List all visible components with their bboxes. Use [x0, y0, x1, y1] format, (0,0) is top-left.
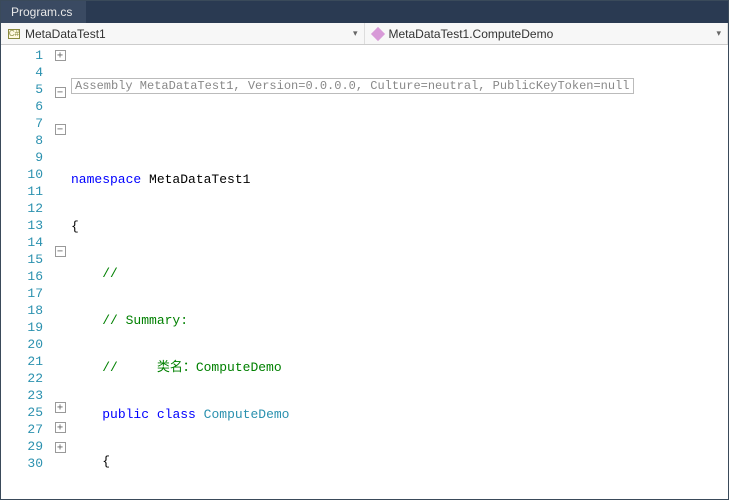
method-icon: [371, 27, 385, 41]
line-number: 11: [1, 183, 43, 200]
line-number: 23: [1, 387, 43, 404]
chevron-down-icon: ▾: [716, 28, 721, 39]
line-number: 14: [1, 234, 43, 251]
chevron-down-icon: ▾: [353, 28, 358, 39]
line-number: 12: [1, 200, 43, 217]
line-number: 4: [1, 64, 43, 81]
fold-toggle[interactable]: −: [55, 87, 66, 98]
fold-toggle[interactable]: −: [55, 246, 66, 257]
file-tab-program[interactable]: Program.cs: [1, 1, 86, 23]
line-number: 18: [1, 302, 43, 319]
line-number: 25: [1, 404, 43, 421]
nav-member-dropdown[interactable]: MetaDataTest1.ComputeDemo ▾: [365, 23, 729, 44]
line-number: 7: [1, 115, 43, 132]
code-line: // 类名：ComputeDemo: [71, 359, 728, 376]
fold-toggle[interactable]: +: [55, 50, 66, 61]
line-number: 29: [1, 438, 43, 455]
code-line: public class ComputeDemo: [71, 406, 728, 423]
class-icon: C#: [7, 27, 21, 41]
line-number: 20: [1, 336, 43, 353]
line-number: 5: [1, 81, 43, 98]
line-number: 16: [1, 268, 43, 285]
collapsed-region[interactable]: Assembly MetaDataTest1, Version=0.0.0.0,…: [71, 78, 634, 94]
nav-scope-dropdown[interactable]: C# MetaDataTest1 ▾: [1, 23, 365, 44]
nav-member-text: MetaDataTest1.ComputeDemo: [389, 27, 554, 41]
code-area[interactable]: Assembly MetaDataTest1, Version=0.0.0.0,…: [69, 45, 728, 499]
line-number: 13: [1, 217, 43, 234]
line-number: 27: [1, 421, 43, 438]
fold-toggle[interactable]: −: [55, 124, 66, 135]
code-line: Assembly MetaDataTest1, Version=0.0.0.0,…: [71, 77, 728, 94]
code-line: //: [71, 265, 728, 282]
line-number: 6: [1, 98, 43, 115]
tab-title: Program.cs: [11, 5, 72, 19]
line-number: 15: [1, 251, 43, 268]
tab-bar: Program.cs: [1, 1, 728, 23]
code-editor[interactable]: 1 4 5 6 7 8 9 10 11 12 13 14 15 16 17 18…: [1, 45, 728, 499]
line-number: 21: [1, 353, 43, 370]
line-number: 10: [1, 166, 43, 183]
code-line: [71, 124, 728, 141]
line-number: 30: [1, 455, 43, 472]
navigation-bar: C# MetaDataTest1 ▾ MetaDataTest1.Compute…: [1, 23, 728, 45]
line-number: 1: [1, 47, 43, 64]
line-number: 17: [1, 285, 43, 302]
fold-toggle[interactable]: +: [55, 442, 66, 453]
line-number: 8: [1, 132, 43, 149]
code-line: {: [71, 218, 728, 235]
line-number-gutter: 1 4 5 6 7 8 9 10 11 12 13 14 15 16 17 18…: [1, 45, 51, 499]
line-number: 9: [1, 149, 43, 166]
code-line: namespace MetaDataTest1: [71, 171, 728, 188]
code-line: {: [71, 453, 728, 470]
fold-toggle[interactable]: +: [55, 402, 66, 413]
line-number: 22: [1, 370, 43, 387]
line-number: 19: [1, 319, 43, 336]
nav-scope-text: MetaDataTest1: [25, 27, 106, 41]
code-line: // Summary:: [71, 312, 728, 329]
fold-gutter: + − − − + + +: [51, 45, 69, 499]
fold-toggle[interactable]: +: [55, 422, 66, 433]
